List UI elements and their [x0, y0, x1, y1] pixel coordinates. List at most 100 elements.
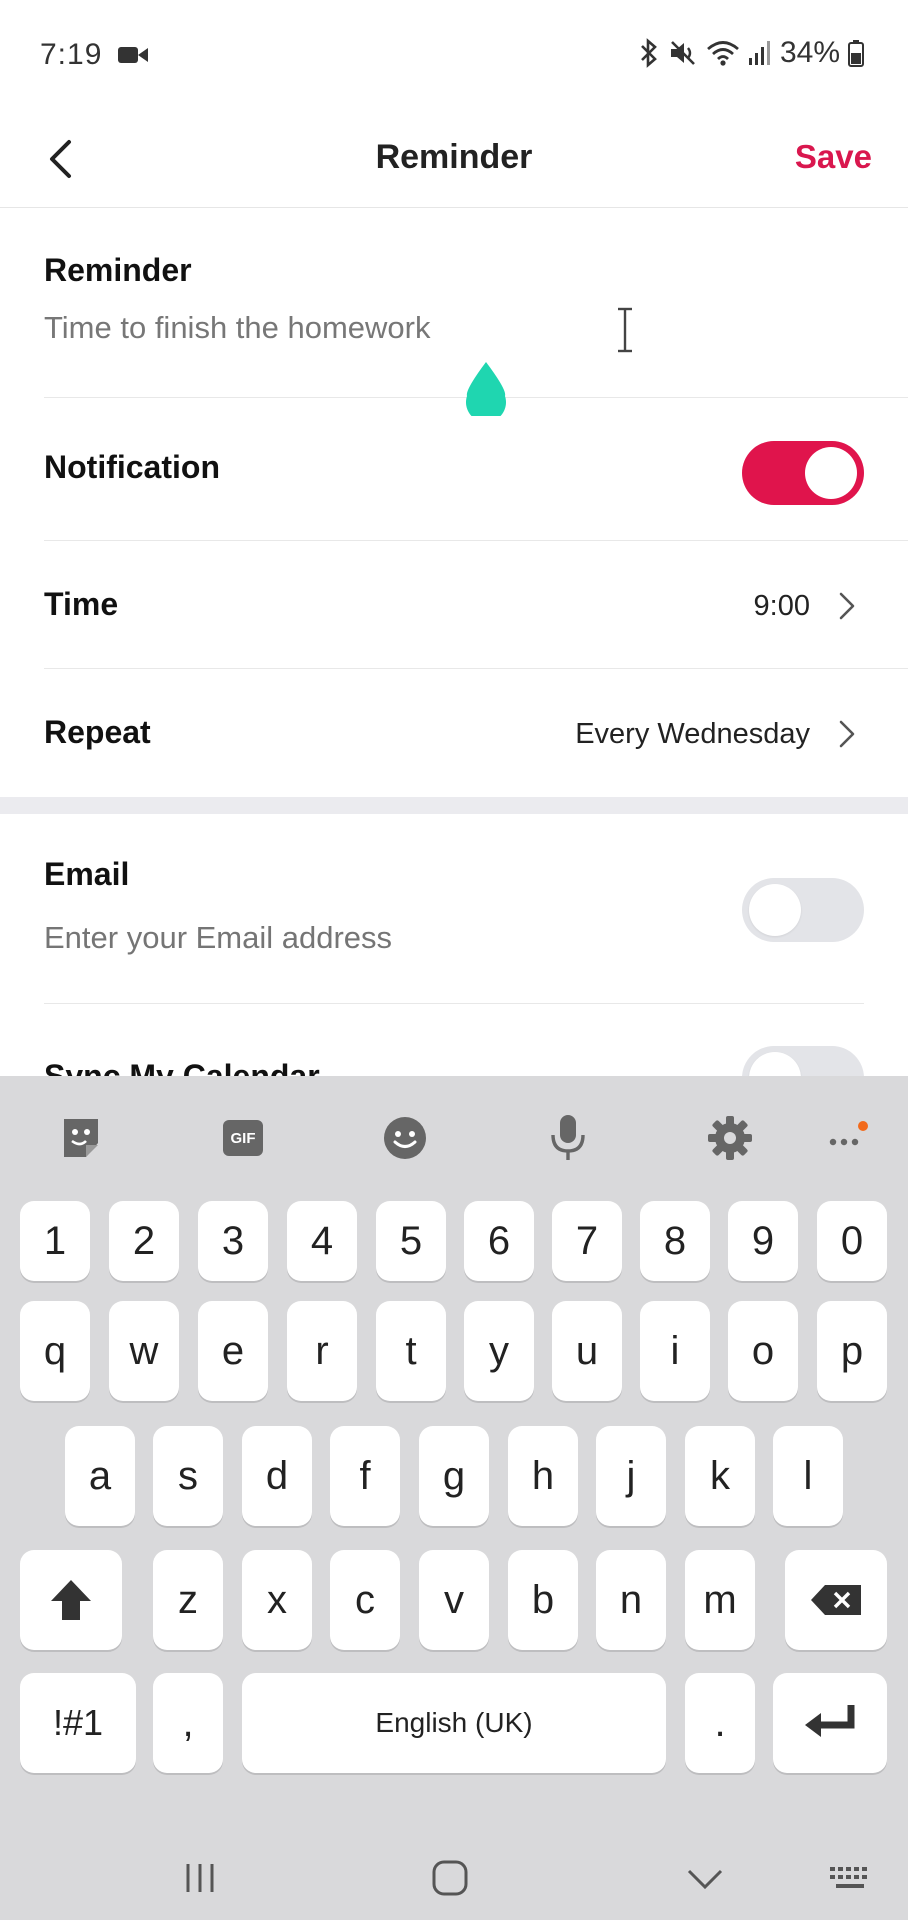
key-1[interactable]: 1	[20, 1201, 90, 1281]
repeat-row[interactable]: Repeat Every Wednesday	[0, 668, 908, 796]
reminder-label: Reminder	[44, 252, 192, 288]
app-header: Reminder Save	[0, 110, 908, 208]
key-f[interactable]: f	[330, 1426, 400, 1526]
system-nav-bar	[0, 1836, 908, 1920]
sticker-button[interactable]	[53, 1110, 109, 1166]
key-n[interactable]: n	[596, 1550, 666, 1650]
keyboard-settings-button[interactable]	[702, 1110, 758, 1166]
toggle-knob	[749, 1052, 801, 1076]
key-w[interactable]: w	[109, 1301, 179, 1401]
backspace-key[interactable]	[785, 1550, 887, 1650]
keyboard-switch-button[interactable]	[820, 1852, 880, 1904]
comma-key[interactable]: ,	[153, 1673, 223, 1773]
repeat-value: Every Wednesday	[575, 718, 810, 750]
signal-icon	[748, 41, 770, 65]
battery-icon	[848, 40, 864, 67]
key-8[interactable]: 8	[640, 1201, 710, 1281]
enter-key[interactable]	[773, 1673, 887, 1773]
key-s[interactable]: s	[153, 1426, 223, 1526]
battery-percent: 34%	[779, 36, 840, 69]
home-button[interactable]	[420, 1852, 480, 1904]
key-a[interactable]: a	[65, 1426, 135, 1526]
key-0[interactable]: 0	[817, 1201, 887, 1281]
symbols-key[interactable]: !#1	[20, 1673, 136, 1773]
period-key[interactable]: .	[685, 1673, 755, 1773]
key-q[interactable]: q	[20, 1301, 90, 1401]
key-j[interactable]: j	[596, 1426, 666, 1526]
toggle-knob	[749, 884, 801, 936]
notification-label: Notification	[44, 449, 220, 485]
key-z[interactable]: z	[153, 1550, 223, 1650]
page-title: Reminder	[375, 138, 533, 176]
sync-calendar-label: Sync My Calendar	[44, 1058, 320, 1076]
keyboard-icon	[830, 1867, 867, 1888]
key-p[interactable]: p	[817, 1301, 887, 1401]
key-h[interactable]: h	[508, 1426, 578, 1526]
reminder-section: Reminder	[0, 208, 908, 398]
section-separator	[0, 797, 908, 814]
recent-apps-icon	[186, 1864, 214, 1892]
emoji-button[interactable]	[377, 1110, 433, 1166]
time-row[interactable]: Time 9:00	[0, 540, 908, 668]
wifi-icon	[707, 41, 739, 66]
gif-label: GIF	[230, 1129, 256, 1147]
status-time: 7:19	[40, 38, 103, 71]
key-3[interactable]: 3	[198, 1201, 268, 1281]
email-toggle[interactable]	[742, 878, 864, 942]
more-options-button[interactable]	[820, 1110, 876, 1166]
key-k[interactable]: k	[685, 1426, 755, 1526]
recent-apps-button[interactable]	[170, 1852, 230, 1904]
key-o[interactable]: o	[728, 1301, 798, 1401]
shift-icon	[51, 1580, 91, 1620]
microphone-icon	[551, 1115, 585, 1160]
status-bar: 7:19 34%	[0, 0, 908, 110]
key-6[interactable]: 6	[464, 1201, 534, 1281]
bluetooth-icon	[641, 38, 657, 68]
key-u[interactable]: u	[552, 1301, 622, 1401]
hide-keyboard-button[interactable]	[675, 1852, 735, 1904]
status-right: 34%	[638, 36, 864, 70]
key-5[interactable]: 5	[376, 1201, 446, 1281]
key-i[interactable]: i	[640, 1301, 710, 1401]
toggle-knob	[805, 447, 857, 499]
key-e[interactable]: e	[198, 1301, 268, 1401]
key-4[interactable]: 4	[287, 1201, 357, 1281]
emoji-icon	[384, 1117, 426, 1159]
email-input[interactable]	[44, 920, 604, 956]
notification-row: Notification	[0, 405, 908, 533]
text-cursor-icon	[618, 307, 632, 353]
more-icon	[829, 1121, 868, 1146]
reminder-input[interactable]	[44, 310, 844, 346]
notification-toggle[interactable]	[742, 441, 864, 505]
gif-button[interactable]: GIF	[215, 1110, 271, 1166]
key-d[interactable]: d	[242, 1426, 312, 1526]
key-9[interactable]: 9	[728, 1201, 798, 1281]
chevron-down-icon	[687, 1869, 723, 1890]
key-x[interactable]: x	[242, 1550, 312, 1650]
sticker-icon	[64, 1119, 98, 1157]
key-g[interactable]: g	[419, 1426, 489, 1526]
sync-calendar-toggle[interactable]	[742, 1046, 864, 1076]
email-label: Email	[44, 856, 130, 892]
key-y[interactable]: y	[464, 1301, 534, 1401]
time-value: 9:00	[753, 590, 810, 622]
repeat-label: Repeat	[44, 714, 151, 750]
key-t[interactable]: t	[376, 1301, 446, 1401]
chevron-right-icon	[839, 720, 855, 748]
space-key[interactable]: English (UK)	[242, 1673, 666, 1773]
keyboard: GIF 1 2 3 4 5 6 7 8 9 0 q w e r t y u i …	[0, 1076, 908, 1836]
save-button[interactable]: Save	[795, 138, 872, 176]
key-l[interactable]: l	[773, 1426, 843, 1526]
key-2[interactable]: 2	[109, 1201, 179, 1281]
key-7[interactable]: 7	[552, 1201, 622, 1281]
key-b[interactable]: b	[508, 1550, 578, 1650]
settings-icon	[708, 1116, 752, 1160]
key-m[interactable]: m	[685, 1550, 755, 1650]
keyboard-toolbar: GIF	[0, 1076, 908, 1194]
key-c[interactable]: c	[330, 1550, 400, 1650]
key-v[interactable]: v	[419, 1550, 489, 1650]
key-r[interactable]: r	[287, 1301, 357, 1401]
shift-key[interactable]	[20, 1550, 122, 1650]
voice-input-button[interactable]	[540, 1110, 596, 1166]
home-icon	[432, 1860, 468, 1896]
